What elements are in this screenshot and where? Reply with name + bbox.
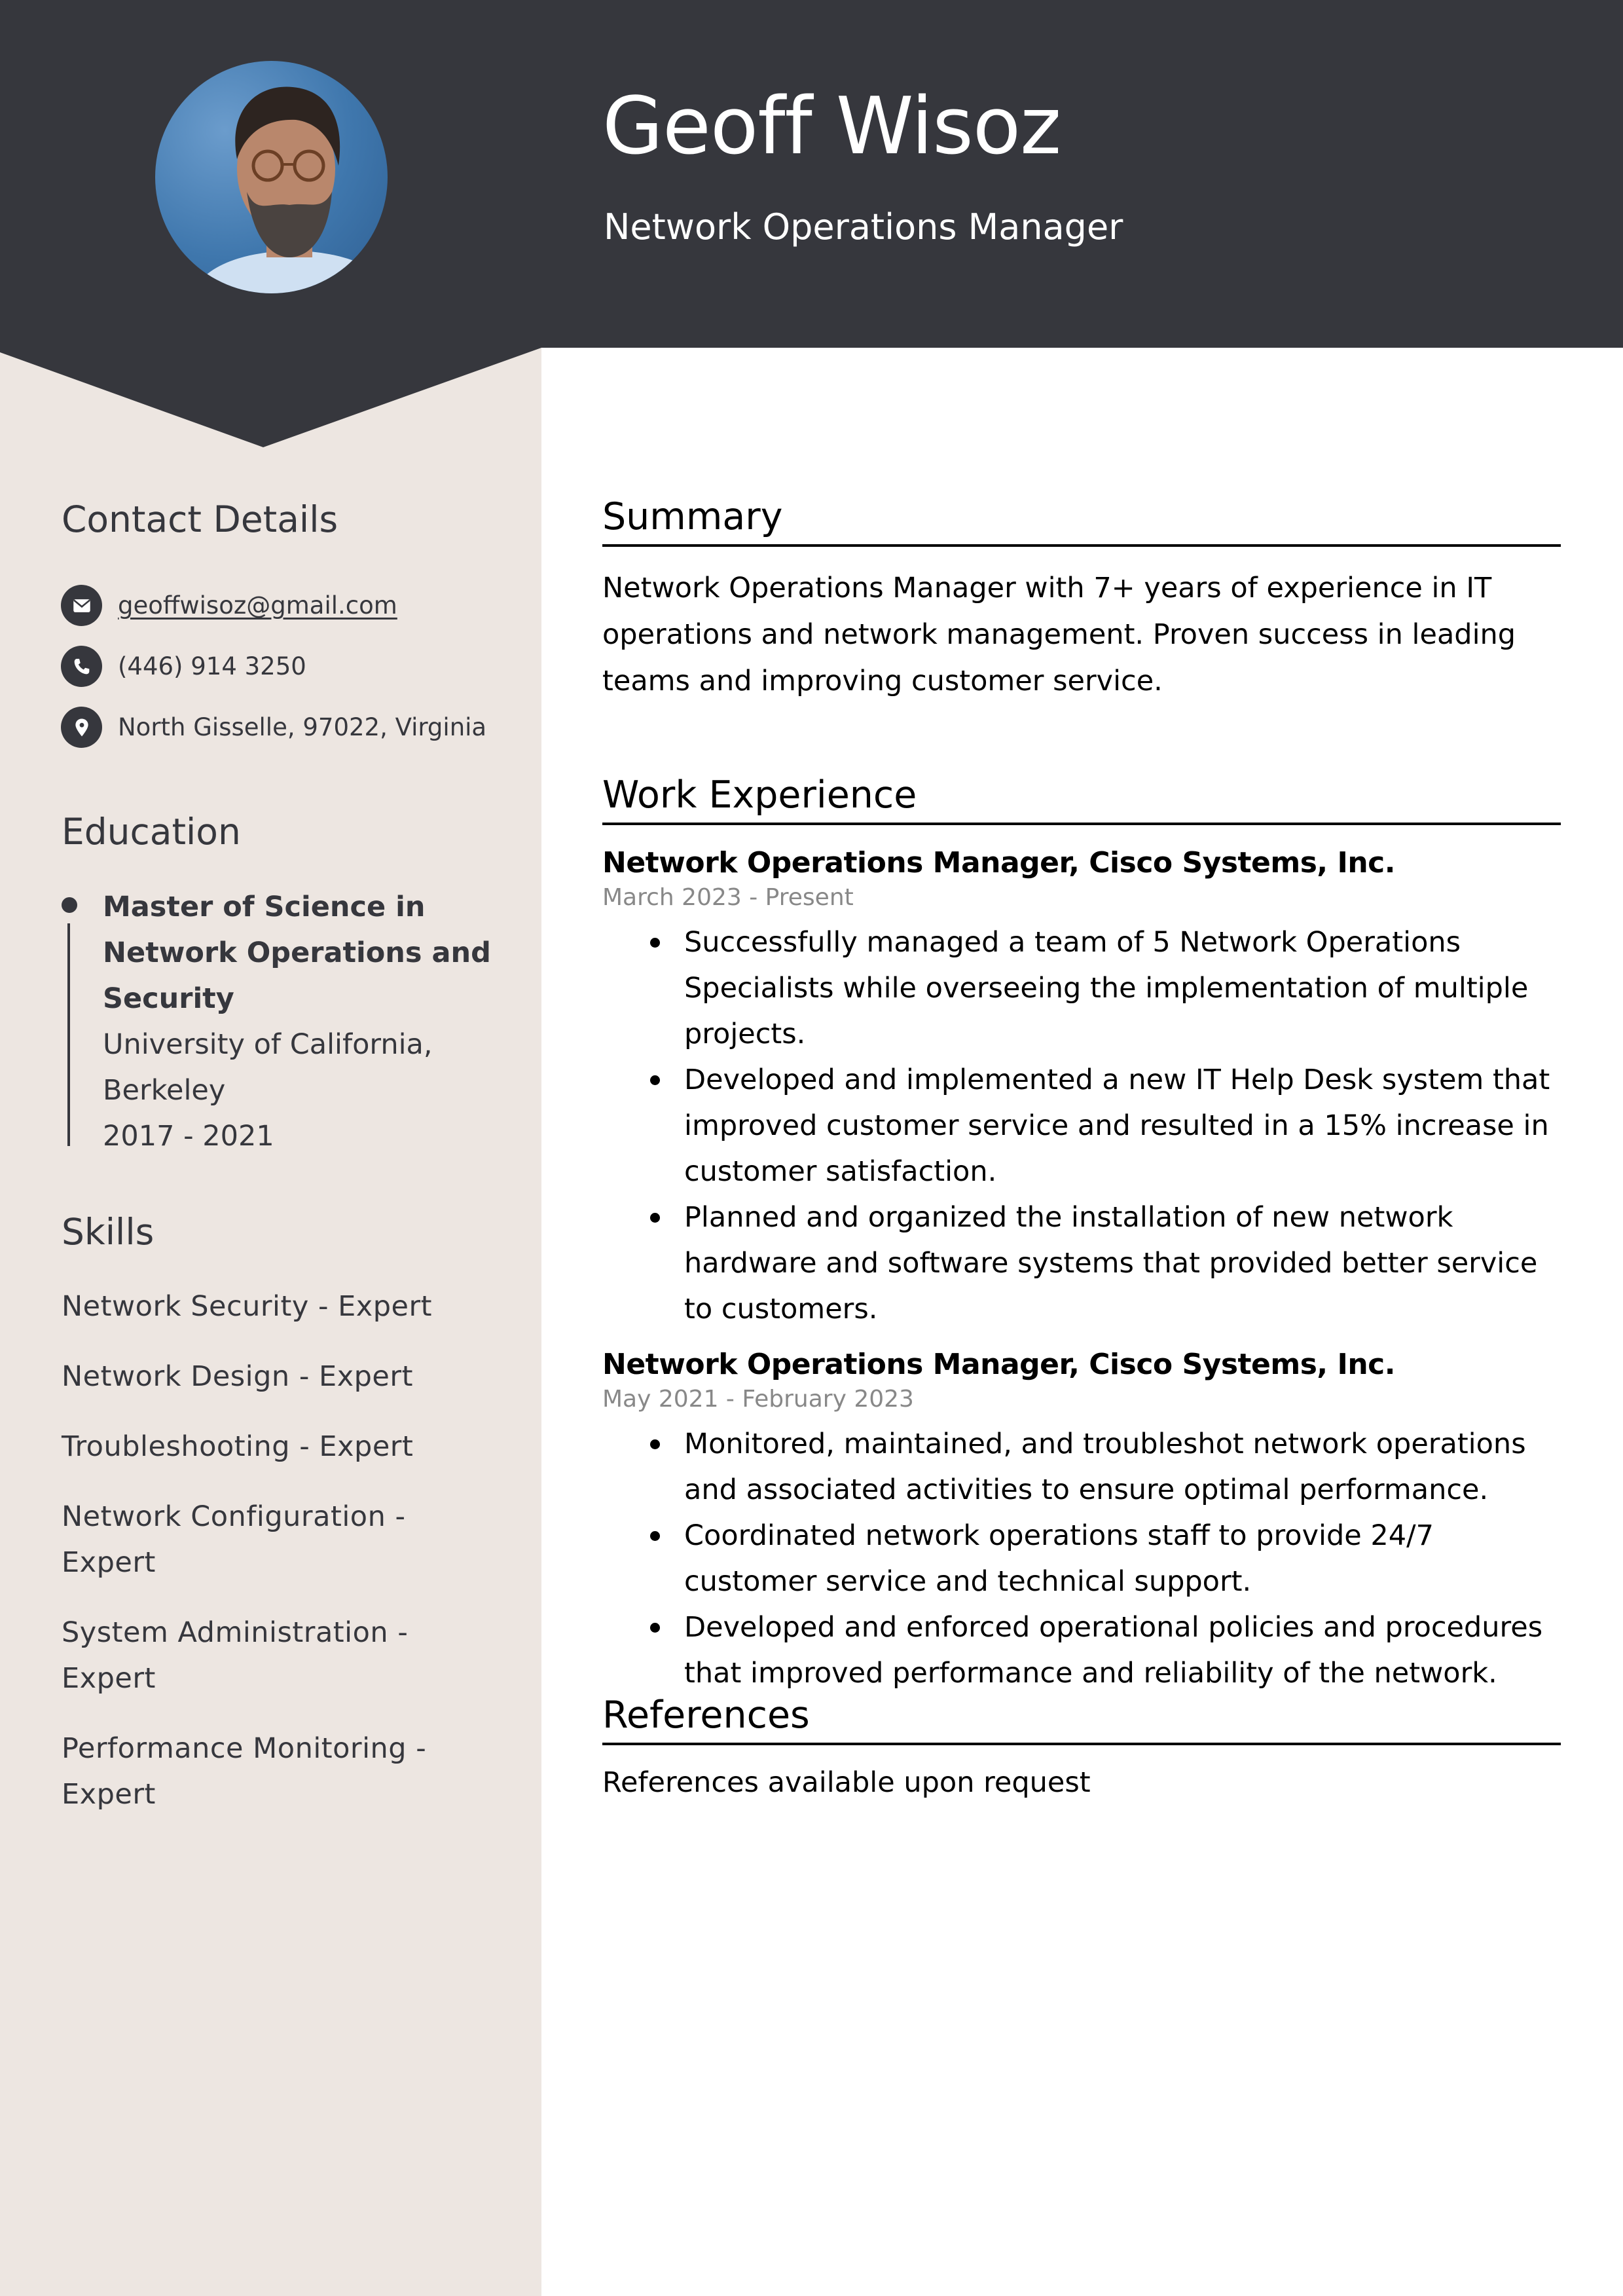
education-entry: Master of Science in Network Operations … (62, 884, 507, 1159)
education-years: 2017 - 2021 (103, 1120, 274, 1153)
envelope-icon (61, 585, 102, 626)
skill-item: Performance Monitoring - Expert (62, 1732, 427, 1811)
profile-photo (155, 61, 388, 293)
experience-heading: Work Experience (602, 773, 917, 817)
experience-section: Work Experience Network Operations Manag… (602, 773, 1561, 1696)
job-dates: May 2021 - February 2023 (602, 1386, 914, 1413)
bullet-dot (650, 938, 660, 948)
bullet-dot (650, 1623, 660, 1633)
bullet-dot (650, 1075, 660, 1086)
contact-list: geoffwisoz@gmail.com (446) 914 3250 Nort… (61, 585, 486, 768)
job-title: Network Operations Manager, Cisco System… (602, 846, 1395, 880)
bullet-text: Coordinated network operations staff to … (684, 1519, 1434, 1599)
job-bullet: Planned and organized the installation o… (602, 1194, 1561, 1332)
section-divider (602, 544, 1561, 547)
job-bullets: Monitored, maintained, and troubleshot n… (602, 1421, 1561, 1696)
school: University of California, Berkeley (103, 1028, 433, 1107)
degree: Master of Science in Network Operations … (103, 891, 491, 1015)
contact-address: North Gisselle, 97022, Virginia (61, 707, 486, 748)
summary-heading: Summary (602, 495, 783, 538)
email-link[interactable]: geoffwisoz@gmail.com (118, 591, 397, 620)
job-bullet: Monitored, maintained, and troubleshot n… (602, 1421, 1561, 1513)
bullet-dot (650, 1531, 660, 1542)
header-chevron-decoration (0, 341, 541, 447)
bullet-dot (650, 1213, 660, 1223)
contact-section: Contact Details (62, 498, 494, 541)
job-bullet: Successfully managed a team of 5 Network… (602, 919, 1561, 1057)
job-dates: March 2023 - Present (602, 884, 854, 912)
contact-heading: Contact Details (62, 498, 338, 540)
education-section: Education (62, 810, 494, 853)
job-bullet: Coordinated network operations staff to … (602, 1513, 1561, 1604)
section-divider (602, 1743, 1561, 1746)
phone-number: (446) 914 3250 (118, 652, 306, 680)
job-bullet: Developed and implemented a new IT Help … (602, 1057, 1561, 1194)
education-heading: Education (62, 811, 241, 853)
portrait-illustration (194, 86, 388, 293)
skill-item: System Administration - Expert (62, 1616, 409, 1695)
references-heading: References (602, 1694, 810, 1737)
bullet-text: Monitored, maintained, and troubleshot n… (684, 1428, 1526, 1507)
address: North Gisselle, 97022, Virginia (118, 713, 487, 741)
contact-phone: (446) 914 3250 (61, 646, 486, 687)
job-entry: Network Operations Manager, Cisco System… (602, 845, 1561, 1332)
skill-item: Troubleshooting - Expert (62, 1430, 414, 1463)
location-pin-icon (61, 707, 102, 748)
references-section: References References available upon req… (602, 1693, 1561, 1806)
references-text: References available upon request (602, 1766, 1091, 1800)
job-bullets: Successfully managed a team of 5 Network… (602, 919, 1561, 1332)
skill-item: Network Security - Expert (62, 1290, 433, 1323)
bullet-text: Developed and implemented a new IT Help … (684, 1064, 1550, 1189)
summary-section: Summary Network Operations Manager with … (602, 494, 1561, 705)
bullet-text: Successfully managed a team of 5 Network… (684, 926, 1529, 1051)
bullet-text: Planned and organized the installation o… (684, 1201, 1538, 1326)
candidate-name: Geoff Wisoz (602, 81, 1061, 172)
skill-item: Network Design - Expert (62, 1360, 413, 1393)
job-title: Network Operations Manager, Cisco System… (602, 1348, 1395, 1382)
summary-text: Network Operations Manager with 7+ years… (602, 572, 1516, 698)
bullet-text: Developed and enforced operational polic… (684, 1611, 1543, 1690)
timeline-dot (62, 897, 77, 913)
bullet-dot (650, 1439, 660, 1450)
skill-item: Network Configuration - Expert (62, 1500, 406, 1579)
skills-list: Network Security - Expert Network Design… (62, 1284, 507, 1842)
skills-heading: Skills (62, 1211, 155, 1253)
phone-icon (61, 646, 102, 687)
contact-email: geoffwisoz@gmail.com (61, 585, 486, 626)
skills-section: Skills (62, 1210, 494, 1253)
section-divider (602, 823, 1561, 826)
timeline-line (67, 923, 70, 1146)
job-entry: Network Operations Manager, Cisco System… (602, 1346, 1561, 1696)
candidate-title: Network Operations Manager (604, 206, 1123, 248)
job-bullet: Developed and enforced operational polic… (602, 1604, 1561, 1696)
